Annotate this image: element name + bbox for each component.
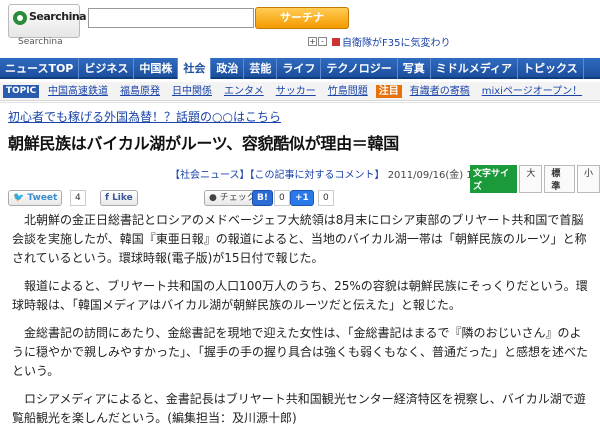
tweet-count: 4 [70,190,86,206]
facebook-like-button[interactable]: f Like [100,190,138,206]
promo-link[interactable]: 初心者でも稼げる外国為替！？話題の○○はこちら [8,108,281,125]
logo-subtitle: Searchina [18,37,63,47]
logo-text: Searchina [29,10,87,23]
mixi-icon: ● [209,193,217,203]
google-plusone-button[interactable]: +1 [290,190,314,206]
nav-society[interactable]: 社会 [178,58,212,79]
topic-item[interactable]: 福島原発 [114,82,166,101]
article-paragraph: 北朝鮮の金正日総書記とロシアのメドベージェフ大統領は8月末にロシア東部のブリヤー… [12,213,587,265]
nav-news-top[interactable]: ニュースTOP [0,58,80,79]
topic-item[interactable]: 有識者の寄稿 [404,82,476,101]
facebook-icon: f [105,193,109,203]
nav-topics[interactable]: トピックス [518,58,584,79]
article-paragraph: ロシアメディアによると、金書記長はブリヤート共和国観光センター経済特区を視察し、… [12,392,586,424]
category-link[interactable]: 【社会ニュース】 [170,170,250,181]
topic-item[interactable]: エンタメ [218,82,270,101]
nav-politics[interactable]: 政治 [211,58,245,79]
hatena-count: 0 [274,190,290,206]
site-header: Searchina Searchina サーチナ + - 自衛隊がF35に気変わり [0,0,600,56]
header-ad: + - 自衛隊がF35に気変わり [308,34,586,50]
nav-business[interactable]: ビジネス [79,58,135,79]
news-icon [332,37,340,46]
topic-bar: TOPIC 中国高速鉄道 福島原発 日中関係 エンタメ サッカー 竹島問題 注目… [0,82,600,101]
nav-photo[interactable]: 写真 [398,58,431,79]
collapse-icon[interactable]: - [318,37,327,46]
global-nav: ニュースTOP ビジネス 中国株 社会 政治 芸能 ライフ テクノロジー 写真 … [0,58,600,79]
article-paragraph: 金総書記の訪問にあたり、金総書記を現地で迎えた女性は、「金総書記はまるで『隣のお… [12,326,589,378]
comments-link[interactable]: 【この記事に対するコメント】 [250,170,385,181]
tweet-label: Tweet [27,193,58,203]
topic-item[interactable]: 竹島問題 [322,82,374,101]
article-meta: 【社会ニュース】【この記事に対するコメント】 2011/09/16(金) 11:… [170,166,495,181]
article-paragraph: 報道によると、ブリヤート共和国の人口100万人のうち、25%の容貌は朝鮮民族にそ… [12,279,588,312]
twitter-icon: 🐦 [13,193,25,203]
topic-item[interactable]: 中国高速鉄道 [42,82,114,101]
header-ad-link[interactable]: 自衛隊がF35に気変わり [342,38,450,49]
search-button[interactable]: サーチナ [255,7,349,29]
plusone-count: 0 [318,190,334,206]
article-title: 朝鮮民族はバイカル湖がルーツ、容貌酷似が理由＝韓国 [8,134,399,153]
topic-item[interactable]: 日中関係 [166,82,218,101]
topic-label: TOPIC [3,85,39,98]
search-input[interactable] [88,8,254,28]
check-label: チェック [219,193,256,203]
article-body: 北朝鮮の金正日総書記とロシアのメドベージェフ大統領は8月末にロシア東部のブリヤー… [0,208,600,424]
nav-middle-media[interactable]: ミドルメディア [431,58,518,79]
like-label: Like [112,193,133,203]
topic-item[interactable]: mixiページオープン！ [476,82,588,101]
hatena-bookmark-button[interactable]: B! [252,190,273,206]
nav-technology[interactable]: テクノロジー [321,58,398,79]
site-logo[interactable]: Searchina [8,4,87,38]
nav-china-stocks[interactable]: 中国株 [134,58,179,79]
highlight-badge: 注目 [375,85,402,98]
topic-item[interactable]: サッカー [270,82,322,101]
tweet-button[interactable]: 🐦 Tweet [8,190,63,206]
nav-entertainment[interactable]: 芸能 [244,58,278,79]
nav-life[interactable]: ライフ [277,58,322,79]
logo-mark-icon [13,11,27,25]
expand-icon[interactable]: + [308,37,317,46]
share-bar: 🐦 Tweet 4 f Like ● チェック B! 0 +1 0 [8,188,588,208]
divider [0,102,600,103]
